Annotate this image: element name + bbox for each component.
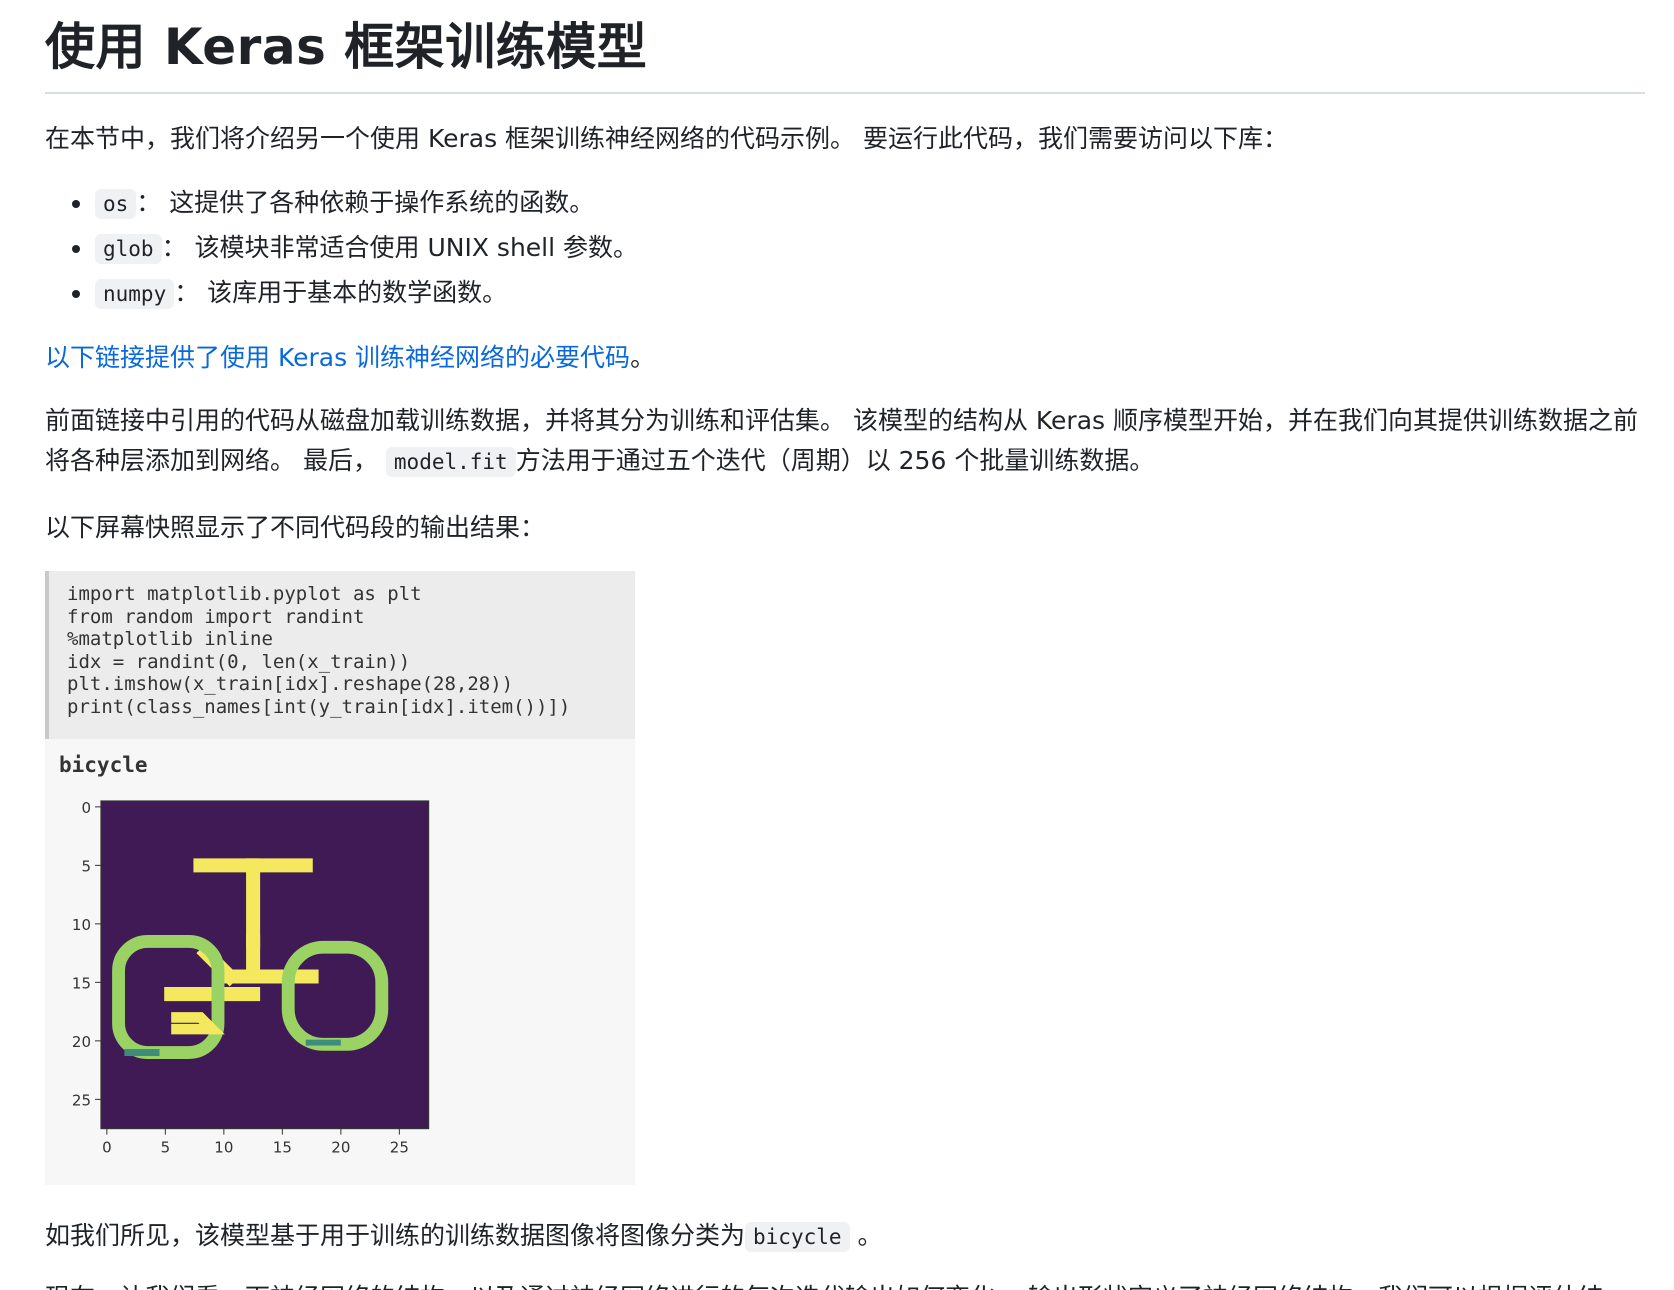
bullet-icon <box>72 245 80 253</box>
edge-pixel <box>305 1039 341 1046</box>
result-text-end: 。 <box>857 1221 883 1250</box>
x-tick-label: 10 <box>214 1139 233 1157</box>
list-item: os： 这提供了各种依赖于操作系统的函数。 <box>45 183 945 228</box>
page-title: 使用 Keras 框架训练模型 <box>45 18 648 76</box>
y-tick-label: 15 <box>72 974 91 992</box>
library-desc: ： 该库用于基本的数学函数。 <box>174 278 508 307</box>
x-tick-label: 15 <box>273 1139 292 1157</box>
result-text: 如我们所见，该模型基于用于训练的训练数据图像将图像分类为 <box>45 1221 746 1250</box>
description-text-end: 方法用于通过五个迭代（周期）以 256 个批量训练数据。 <box>515 446 1155 475</box>
code-line: %matplotlib inline <box>67 628 273 650</box>
y-tick-label: 0 <box>81 799 91 817</box>
edge-pixel <box>124 1049 160 1057</box>
next-paragraph: 现在，让我们看一下神经网络的结构，以及通过神经网络进行的每次迭代输出如何变化。 … <box>45 1278 1645 1290</box>
bullet-icon <box>72 200 80 208</box>
library-code-os: os <box>95 189 137 219</box>
x-tick-label: 25 <box>390 1139 409 1157</box>
code-line: from random import randint <box>67 605 365 628</box>
model-fit-code: model.fit <box>385 447 516 477</box>
y-tick-label: 10 <box>72 916 91 934</box>
library-desc: ： 这提供了各种依赖于操作系统的函数。 <box>136 188 595 217</box>
bicycle-image-plot: 0 5 10 15 20 25 0 5 10 15 20 25 <box>72 799 430 1157</box>
link-paragraph: 以下链接提供了使用 Keras 训练神经网络的必要代码。 <box>45 338 1645 378</box>
description-paragraph: 前面链接中引用的代码从磁盘加载训练数据，并将其分为训练和评估集。 该模型的结构从… <box>45 401 1645 482</box>
x-tick-label: 5 <box>161 1139 171 1157</box>
intro-paragraph: 在本节中，我们将介绍另一个使用 Keras 框架训练神经网络的代码示例。 要运行… <box>45 124 1288 153</box>
code-cell: import matplotlib.pyplot as plt from ran… <box>45 571 635 739</box>
code-line: import matplotlib.pyplot as plt <box>67 583 422 605</box>
library-code-numpy: numpy <box>95 279 175 309</box>
list-item: glob： 该模块非常适合使用 UNIX shell 参数。 <box>45 228 945 273</box>
code-line: plt.imshow(x_train[idx].reshape(28,28)) <box>67 673 514 695</box>
list-item: numpy： 该库用于基本的数学函数。 <box>45 273 945 318</box>
bicycle-code: bicycle <box>745 1222 850 1252</box>
result-paragraph: 如我们所见，该模型基于用于训练的训练数据图像将图像分类为 bicycle 。 <box>45 1216 1645 1257</box>
title-divider <box>45 92 1645 94</box>
output-screenshot: import matplotlib.pyplot as plt from ran… <box>45 571 635 1185</box>
snapshot-intro: 以下屏幕快照显示了不同代码段的输出结果： <box>45 513 546 542</box>
output-label: bicycle <box>59 753 148 777</box>
bullet-icon <box>72 290 80 298</box>
code-line: print(class_names[int(y_train[idx].item(… <box>67 695 571 718</box>
library-code-glob: glob <box>95 234 162 264</box>
x-tick-label: 20 <box>331 1139 350 1157</box>
code-link[interactable]: 以下链接提供了使用 Keras 训练神经网络的必要代码 <box>45 343 630 372</box>
library-desc: ： 该模块非常适合使用 UNIX shell 参数。 <box>161 233 639 262</box>
y-tick-label: 25 <box>72 1091 91 1109</box>
link-suffix: 。 <box>630 343 656 372</box>
y-tick-label: 20 <box>72 1033 91 1051</box>
x-tick-label: 0 <box>102 1139 112 1157</box>
y-tick-label: 5 <box>81 857 91 875</box>
library-list: os： 这提供了各种依赖于操作系统的函数。 glob： 该模块非常适合使用 UN… <box>45 183 945 318</box>
code-line: idx = randint(0, len(x_train)) <box>67 650 411 673</box>
